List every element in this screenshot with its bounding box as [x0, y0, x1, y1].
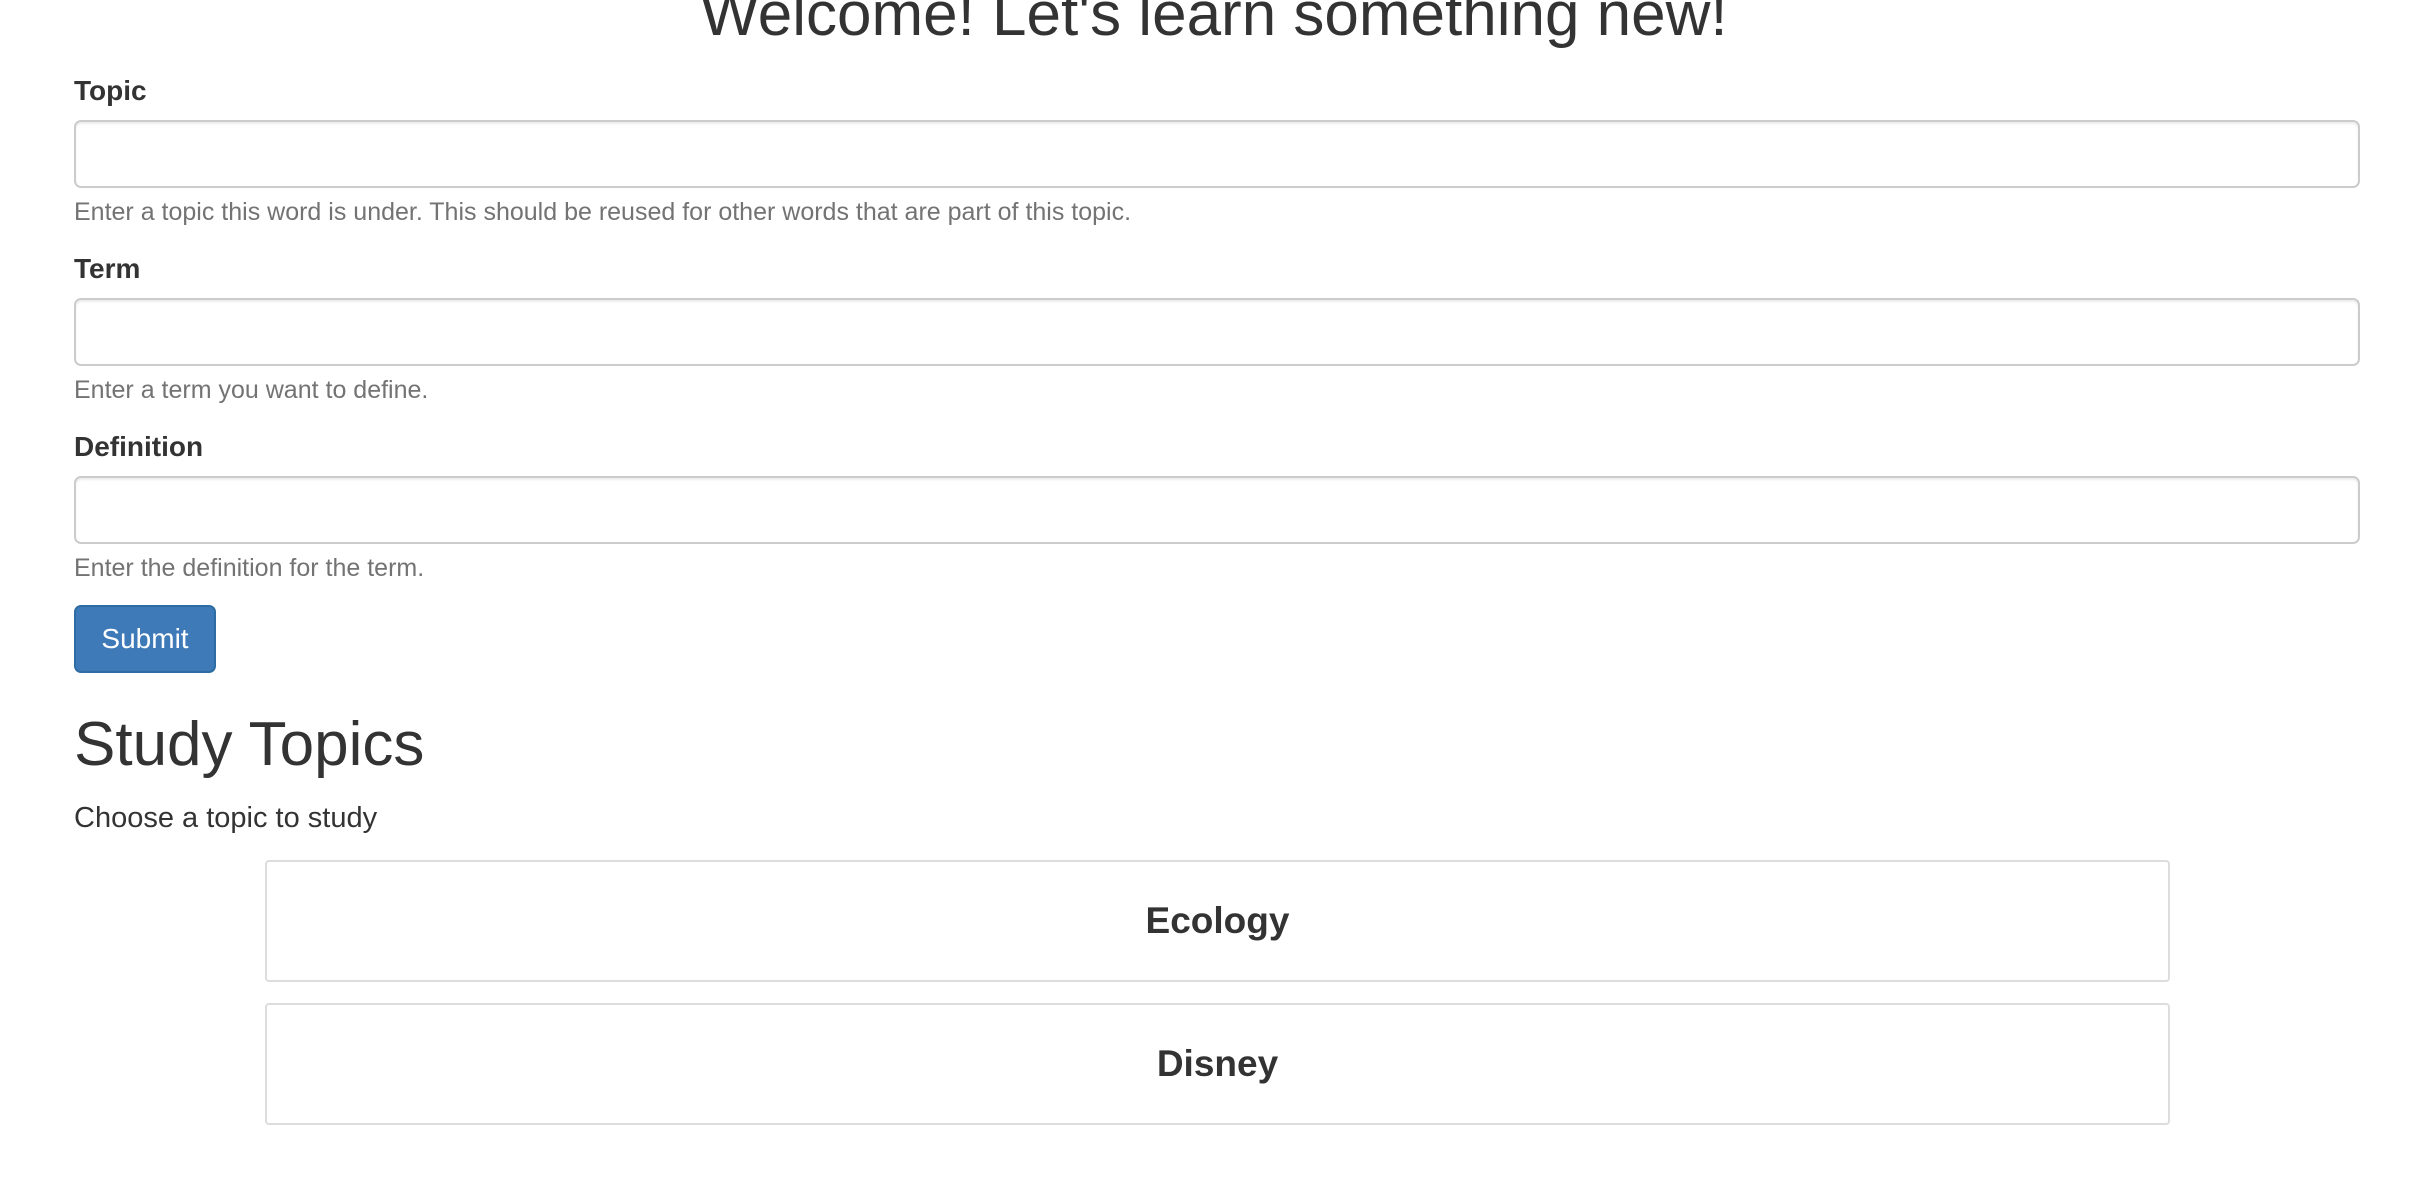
- term-form-group: Term Enter a term you want to define.: [74, 252, 2360, 406]
- term-label: Term: [74, 253, 141, 284]
- topic-help-text: Enter a topic this word is under. This s…: [74, 198, 1132, 226]
- definition-help-text: Enter the definition for the term.: [74, 554, 425, 582]
- submit-button[interactable]: Submit: [74, 605, 216, 673]
- topic-card-label: Ecology: [1145, 900, 1290, 941]
- topic-form-group: Topic Enter a topic this word is under. …: [74, 74, 2360, 228]
- topic-card-disney[interactable]: Disney: [265, 1003, 2170, 1125]
- page: Welcome! Let's learn something new! Topi…: [0, 0, 2428, 1180]
- topic-card-label: Disney: [1156, 1043, 1279, 1084]
- term-input[interactable]: [74, 298, 2360, 366]
- topic-input[interactable]: [74, 120, 2360, 188]
- page-title: Welcome! Let's learn something new!: [700, 0, 1728, 49]
- topic-card-ecology[interactable]: Ecology: [265, 860, 2170, 982]
- topic-label: Topic: [74, 75, 147, 106]
- study-topics-subtitle: Choose a topic to study: [74, 802, 378, 834]
- term-help-text: Enter a term you want to define.: [74, 376, 429, 404]
- study-topics-title: Study Topics: [74, 710, 425, 779]
- definition-input[interactable]: [74, 476, 2360, 544]
- definition-label: Definition: [74, 431, 204, 462]
- definition-form-group: Definition Enter the definition for the …: [74, 430, 2360, 584]
